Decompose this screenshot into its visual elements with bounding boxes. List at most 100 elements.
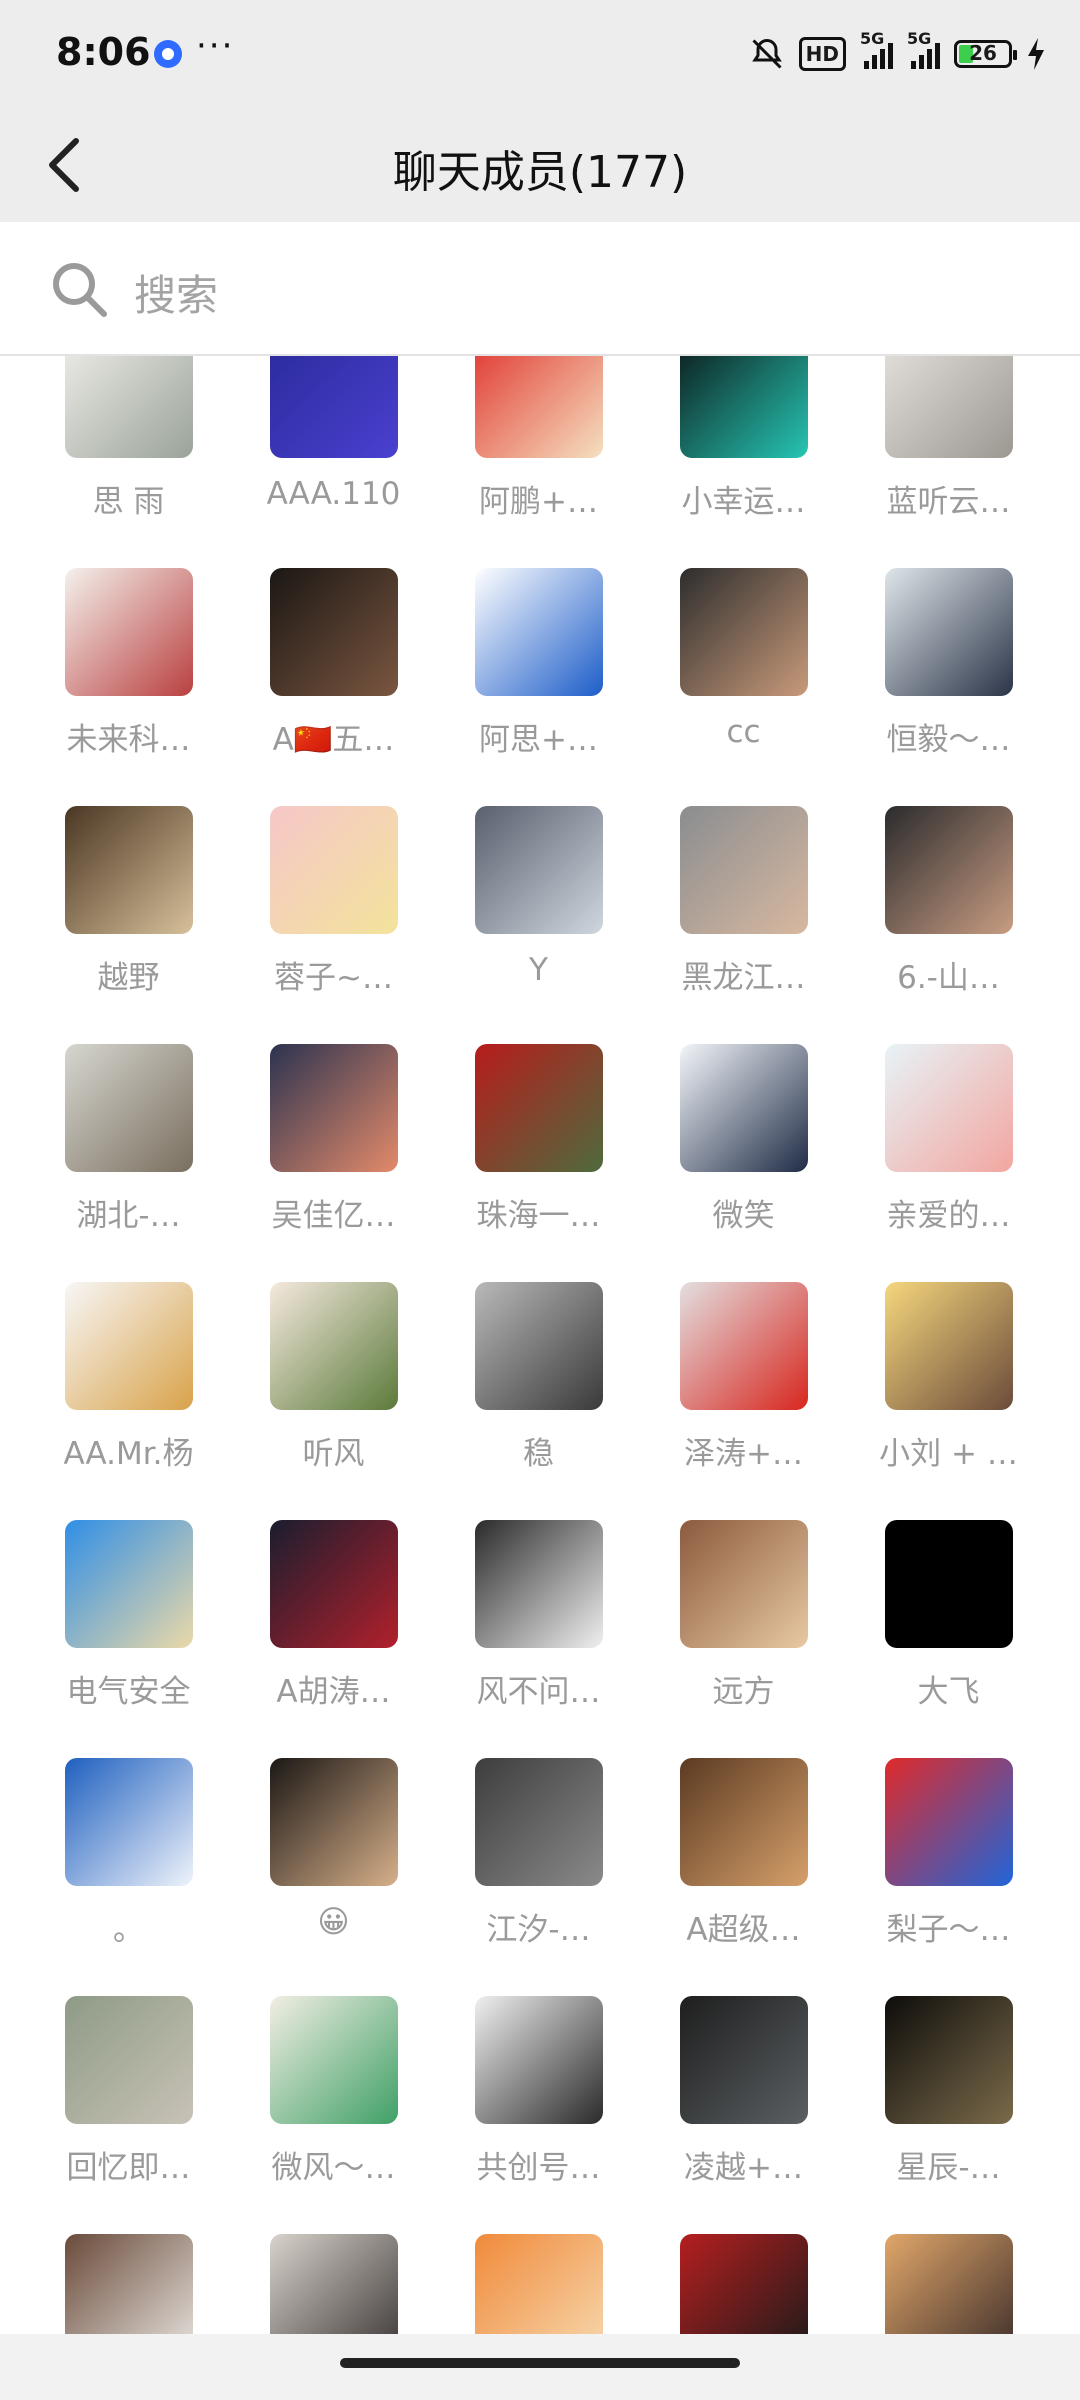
more-notifications-icon: ··· xyxy=(196,26,235,66)
member-item[interactable]: 稳 xyxy=(436,1282,641,1520)
member-item[interactable]: 听风 xyxy=(231,1282,436,1520)
member-avatar[interactable] xyxy=(65,1520,193,1648)
search-bar[interactable]: 搜索 xyxy=(0,222,1080,356)
member-avatar[interactable] xyxy=(885,1520,1013,1648)
member-avatar[interactable] xyxy=(680,1282,808,1410)
member-avatar[interactable] xyxy=(885,1758,1013,1886)
home-indicator[interactable] xyxy=(340,2358,740,2368)
member-avatar[interactable] xyxy=(65,1282,193,1410)
member-item[interactable]: 。 xyxy=(26,1758,231,1996)
member-avatar[interactable] xyxy=(475,356,603,458)
member-name: 微风～… xyxy=(271,2150,396,2186)
member-avatar[interactable] xyxy=(65,568,193,696)
member-avatar[interactable] xyxy=(680,1044,808,1172)
member-item[interactable]: 小刘 + … xyxy=(846,1282,1051,1520)
member-avatar[interactable] xyxy=(680,1520,808,1648)
member-avatar[interactable] xyxy=(65,1044,193,1172)
member-item[interactable]: 珠海一… xyxy=(436,1044,641,1282)
member-avatar[interactable] xyxy=(475,1044,603,1172)
member-avatar[interactable] xyxy=(475,1996,603,2124)
page-title: 聊天成员(177) xyxy=(392,147,688,198)
member-avatar[interactable] xyxy=(475,1758,603,1886)
member-item[interactable] xyxy=(436,2234,641,2334)
member-item[interactable]: AAA.110 xyxy=(231,356,436,568)
member-name: 梨子～… xyxy=(886,1912,1011,1948)
member-avatar[interactable] xyxy=(885,2234,1013,2334)
member-name: 湖北-… xyxy=(76,1198,181,1234)
member-item[interactable]: Y xyxy=(436,806,641,1044)
member-item[interactable]: 思 雨 xyxy=(26,356,231,568)
member-item[interactable]: 阿鹏+… xyxy=(436,356,641,568)
member-avatar[interactable] xyxy=(270,356,398,458)
member-avatar[interactable] xyxy=(680,568,808,696)
member-item[interactable]: 越野 xyxy=(26,806,231,1044)
member-item[interactable]: 吴佳亿… xyxy=(231,1044,436,1282)
search-icon xyxy=(53,263,107,317)
member-item[interactable]: 😀 xyxy=(231,1758,436,1996)
member-avatar[interactable] xyxy=(270,806,398,934)
member-item[interactable]: 湖北-… xyxy=(26,1044,231,1282)
member-item[interactable]: 黑龙江… xyxy=(641,806,846,1044)
member-item[interactable]: 凌越+… xyxy=(641,1996,846,2234)
member-item[interactable]: 风不问… xyxy=(436,1520,641,1758)
member-item[interactable]: cc xyxy=(641,568,846,806)
member-item[interactable]: 蓝听云… xyxy=(846,356,1051,568)
member-avatar[interactable] xyxy=(475,2234,603,2334)
member-avatar[interactable] xyxy=(885,356,1013,458)
member-item[interactable]: A胡涛… xyxy=(231,1520,436,1758)
member-item[interactable]: 共创号… xyxy=(436,1996,641,2234)
member-item[interactable]: 电气安全 xyxy=(26,1520,231,1758)
member-avatar[interactable] xyxy=(680,1758,808,1886)
member-avatar[interactable] xyxy=(680,2234,808,2334)
member-avatar[interactable] xyxy=(475,1520,603,1648)
member-avatar[interactable] xyxy=(680,1996,808,2124)
member-item[interactable]: A超级… xyxy=(641,1758,846,1996)
member-item[interactable]: A🇨🇳五… xyxy=(231,568,436,806)
member-item[interactable] xyxy=(26,2234,231,2334)
member-avatar[interactable] xyxy=(475,1282,603,1410)
member-avatar[interactable] xyxy=(270,1044,398,1172)
member-item[interactable] xyxy=(231,2234,436,2334)
member-item[interactable] xyxy=(641,2234,846,2334)
member-avatar[interactable] xyxy=(65,1758,193,1886)
member-avatar[interactable] xyxy=(65,806,193,934)
member-item[interactable]: AA.Mr.杨 xyxy=(26,1282,231,1520)
member-item[interactable]: 6.-山… xyxy=(846,806,1051,1044)
member-item[interactable]: 回忆即… xyxy=(26,1996,231,2234)
member-item[interactable]: 微笑 xyxy=(641,1044,846,1282)
member-item[interactable]: 梨子～… xyxy=(846,1758,1051,1996)
member-avatar[interactable] xyxy=(270,1758,398,1886)
member-avatar[interactable] xyxy=(475,806,603,934)
member-avatar[interactable] xyxy=(270,568,398,696)
member-avatar[interactable] xyxy=(680,806,808,934)
member-item[interactable]: 亲爱的… xyxy=(846,1044,1051,1282)
member-item[interactable]: 泽涛+… xyxy=(641,1282,846,1520)
member-avatar[interactable] xyxy=(270,1996,398,2124)
member-item[interactable]: 阿思+… xyxy=(436,568,641,806)
member-avatar[interactable] xyxy=(885,568,1013,696)
member-avatar[interactable] xyxy=(680,356,808,458)
member-item[interactable]: 未来科… xyxy=(26,568,231,806)
member-item[interactable]: 微风～… xyxy=(231,1996,436,2234)
member-avatar[interactable] xyxy=(270,2234,398,2334)
member-avatar[interactable] xyxy=(270,1520,398,1648)
member-avatar[interactable] xyxy=(885,806,1013,934)
member-avatar[interactable] xyxy=(65,356,193,458)
member-item[interactable] xyxy=(846,2234,1051,2334)
member-item[interactable]: 远方 xyxy=(641,1520,846,1758)
member-avatar[interactable] xyxy=(885,1282,1013,1410)
member-name: 思 雨 xyxy=(92,484,165,520)
member-item[interactable]: 星辰-… xyxy=(846,1996,1051,2234)
member-avatar[interactable] xyxy=(65,2234,193,2334)
member-avatar[interactable] xyxy=(475,568,603,696)
member-item[interactable]: 小幸运… xyxy=(641,356,846,568)
member-avatar[interactable] xyxy=(885,1044,1013,1172)
member-avatar[interactable] xyxy=(65,1996,193,2124)
search-input[interactable]: 搜索 xyxy=(134,262,218,323)
member-avatar[interactable] xyxy=(270,1282,398,1410)
member-item[interactable]: 江汐-… xyxy=(436,1758,641,1996)
member-avatar[interactable] xyxy=(885,1996,1013,2124)
member-item[interactable]: 恒毅～… xyxy=(846,568,1051,806)
member-item[interactable]: 大飞 xyxy=(846,1520,1051,1758)
member-item[interactable]: 蓉子~… xyxy=(231,806,436,1044)
